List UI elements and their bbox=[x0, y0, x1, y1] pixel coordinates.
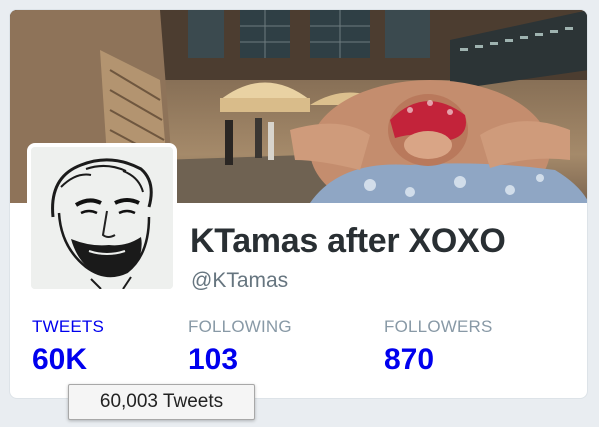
profile-avatar[interactable] bbox=[27, 143, 177, 293]
stat-tweets-value: 60K bbox=[32, 343, 88, 376]
sketch-portrait bbox=[31, 147, 173, 289]
profile-name[interactable]: KTamas after XOXO bbox=[190, 222, 506, 261]
stat-following[interactable]: FOLLOWING 103 bbox=[188, 317, 292, 377]
profile-card: KTamas after XOXO @KTamas TWEETS 60K FOL… bbox=[9, 9, 588, 399]
stat-following-label: FOLLOWING bbox=[188, 317, 292, 336]
stat-following-value: 103 bbox=[188, 343, 239, 376]
stat-followers-label: FOLLOWERS bbox=[384, 317, 493, 336]
stat-tweets-label: TWEETS bbox=[32, 317, 105, 336]
profile-handle[interactable]: @KTamas bbox=[191, 269, 288, 293]
stat-followers-value: 870 bbox=[384, 343, 435, 376]
tweets-count-tooltip: 60,003 Tweets bbox=[68, 384, 255, 420]
stat-tweets[interactable]: TWEETS 60K bbox=[32, 317, 104, 377]
stat-followers[interactable]: FOLLOWERS 870 bbox=[384, 317, 493, 377]
